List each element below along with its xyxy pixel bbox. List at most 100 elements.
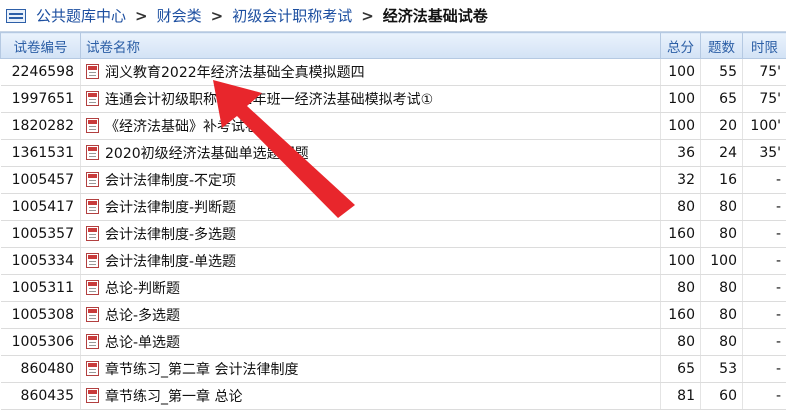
exam-time: - bbox=[743, 167, 786, 194]
exam-id: 1361531 bbox=[1, 140, 81, 167]
table-row[interactable]: 1005306总论-单选题8080- bbox=[1, 329, 786, 356]
exam-count: 65 bbox=[701, 86, 743, 113]
document-icon bbox=[86, 388, 99, 403]
exam-id: 1005308 bbox=[1, 302, 81, 329]
exam-time: - bbox=[743, 248, 786, 275]
exam-id: 1820282 bbox=[1, 113, 81, 140]
breadcrumb-link-finance[interactable]: 财会类 bbox=[157, 5, 202, 26]
table-row[interactable]: 1005311总论-判断题8080- bbox=[1, 275, 786, 302]
exam-name-link[interactable]: 会计法律制度-多选题 bbox=[105, 227, 236, 243]
exam-time: - bbox=[743, 383, 786, 410]
exam-score: 160 bbox=[661, 302, 701, 329]
table-row[interactable]: 1005457会计法律制度-不定项3216- bbox=[1, 167, 786, 194]
exam-count: 55 bbox=[701, 59, 743, 86]
exam-name[interactable]: 2020初级经济法基础单选题押题 bbox=[81, 140, 661, 167]
exam-count: 80 bbox=[701, 275, 743, 302]
exam-time: - bbox=[743, 221, 786, 248]
exam-id: 1005457 bbox=[1, 167, 81, 194]
exam-count: 60 bbox=[701, 383, 743, 410]
exam-name[interactable]: 会计法律制度-判断题 bbox=[81, 194, 661, 221]
exam-name[interactable]: 总论-多选题 bbox=[81, 302, 661, 329]
exam-name[interactable]: 章节练习_第一章 总论 bbox=[81, 383, 661, 410]
exam-score: 100 bbox=[661, 113, 701, 140]
exam-time: 35' bbox=[743, 140, 786, 167]
exam-id: 1005357 bbox=[1, 221, 81, 248]
exam-table: 试卷编号 试卷名称 总分 题数 时限 2246598 润义教育2022年经济法基础… bbox=[0, 32, 786, 410]
exam-id: 1997651 bbox=[1, 86, 81, 113]
column-header-id[interactable]: 试卷编号 bbox=[1, 33, 81, 59]
exam-time: - bbox=[743, 356, 786, 383]
exam-time: 75' bbox=[743, 59, 786, 86]
exam-count: 100 bbox=[701, 248, 743, 275]
exam-id: 1005311 bbox=[1, 275, 81, 302]
list-icon bbox=[6, 9, 26, 23]
exam-id: 1005306 bbox=[1, 329, 81, 356]
exam-name-link[interactable]: 章节练习_第二章 会计法律制度 bbox=[105, 362, 298, 378]
exam-name-link[interactable]: 总论-单选题 bbox=[105, 335, 180, 351]
exam-score: 80 bbox=[661, 194, 701, 221]
exam-name-link[interactable]: 总论-多选题 bbox=[105, 308, 180, 324]
table-row[interactable]: 860435章节练习_第一章 总论8160- bbox=[1, 383, 786, 410]
exam-name-link[interactable]: 2020初级经济法基础单选题押题 bbox=[105, 146, 309, 162]
exam-name-link[interactable]: 总论-判断题 bbox=[105, 281, 180, 297]
table-row[interactable]: 1820282 《经济法基础》补考试卷 10020100' bbox=[1, 113, 786, 140]
breadcrumb-link-public-bank[interactable]: 公共题库中心 bbox=[36, 5, 126, 26]
column-header-name[interactable]: 试卷名称 bbox=[81, 33, 661, 59]
exam-score: 32 bbox=[661, 167, 701, 194]
exam-name[interactable]: 《经济法基础》补考试卷 bbox=[81, 113, 661, 140]
exam-id: 2246598 bbox=[1, 59, 81, 86]
table-header-row: 试卷编号 试卷名称 总分 题数 时限 bbox=[1, 33, 786, 59]
table-row[interactable]: 1005357会计法律制度-多选题16080- bbox=[1, 221, 786, 248]
table-row[interactable]: 1997651 连通会计初级职称2022年班一经济法基础模拟考试① 1006575' bbox=[1, 86, 786, 113]
exam-name[interactable]: 章节练习_第二章 会计法律制度 bbox=[81, 356, 661, 383]
exam-name[interactable]: 会计法律制度-多选题 bbox=[81, 221, 661, 248]
column-header-count[interactable]: 题数 bbox=[701, 33, 743, 59]
exam-time: 75' bbox=[743, 86, 786, 113]
document-icon bbox=[86, 334, 99, 349]
document-icon bbox=[86, 253, 99, 268]
table-row[interactable]: 1005417会计法律制度-判断题8080- bbox=[1, 194, 786, 221]
breadcrumb-link-junior-accounting[interactable]: 初级会计职称考试 bbox=[232, 5, 352, 26]
exam-name-link[interactable]: 润义教育2022年经济法基础全真模拟题四 bbox=[105, 65, 365, 81]
exam-score: 100 bbox=[661, 86, 701, 113]
table-row[interactable]: 1005308 总论-多选题 16080- bbox=[1, 302, 786, 329]
exam-count: 80 bbox=[701, 302, 743, 329]
exam-id: 1005334 bbox=[1, 248, 81, 275]
exam-name-link[interactable]: 章节练习_第一章 总论 bbox=[105, 389, 242, 405]
column-header-score[interactable]: 总分 bbox=[661, 33, 701, 59]
table-row[interactable]: 860480章节练习_第二章 会计法律制度6553- bbox=[1, 356, 786, 383]
document-icon bbox=[86, 91, 99, 106]
exam-name-link[interactable]: 会计法律制度-不定项 bbox=[105, 173, 236, 189]
exam-count: 24 bbox=[701, 140, 743, 167]
exam-count: 20 bbox=[701, 113, 743, 140]
exam-name[interactable]: 润义教育2022年经济法基础全真模拟题四 bbox=[81, 59, 661, 86]
table-row[interactable]: 13615312020初级经济法基础单选题押题362435' bbox=[1, 140, 786, 167]
exam-name[interactable]: 会计法律制度-单选题 bbox=[81, 248, 661, 275]
document-icon bbox=[86, 145, 99, 160]
exam-id: 860435 bbox=[1, 383, 81, 410]
exam-score: 80 bbox=[661, 329, 701, 356]
exam-score: 100 bbox=[661, 59, 701, 86]
column-header-time[interactable]: 时限 bbox=[743, 33, 786, 59]
document-icon bbox=[86, 199, 99, 214]
exam-count: 80 bbox=[701, 194, 743, 221]
exam-name-link[interactable]: 会计法律制度-判断题 bbox=[105, 200, 236, 216]
exam-name-link[interactable]: 会计法律制度-单选题 bbox=[105, 254, 236, 270]
exam-score: 80 bbox=[661, 275, 701, 302]
exam-name[interactable]: 总论-单选题 bbox=[81, 329, 661, 356]
exam-name[interactable]: 连通会计初级职称2022年班一经济法基础模拟考试① bbox=[81, 86, 661, 113]
table-row[interactable]: 1005334会计法律制度-单选题100100- bbox=[1, 248, 786, 275]
exam-name-link[interactable]: 连通会计初级职称2022年班一经济法基础模拟考试① bbox=[105, 92, 433, 108]
breadcrumb-separator: > bbox=[211, 7, 224, 25]
exam-time: 100' bbox=[743, 113, 786, 140]
exam-count: 80 bbox=[701, 221, 743, 248]
exam-id: 1005417 bbox=[1, 194, 81, 221]
exam-name[interactable]: 会计法律制度-不定项 bbox=[81, 167, 661, 194]
table-row[interactable]: 2246598 润义教育2022年经济法基础全真模拟题四 1005575' bbox=[1, 59, 786, 86]
exam-name-link[interactable]: 《经济法基础》补考试卷 bbox=[105, 119, 259, 135]
document-icon bbox=[86, 280, 99, 295]
exam-name[interactable]: 总论-判断题 bbox=[81, 275, 661, 302]
document-icon bbox=[86, 118, 99, 133]
exam-time: - bbox=[743, 302, 786, 329]
document-icon bbox=[86, 307, 99, 322]
